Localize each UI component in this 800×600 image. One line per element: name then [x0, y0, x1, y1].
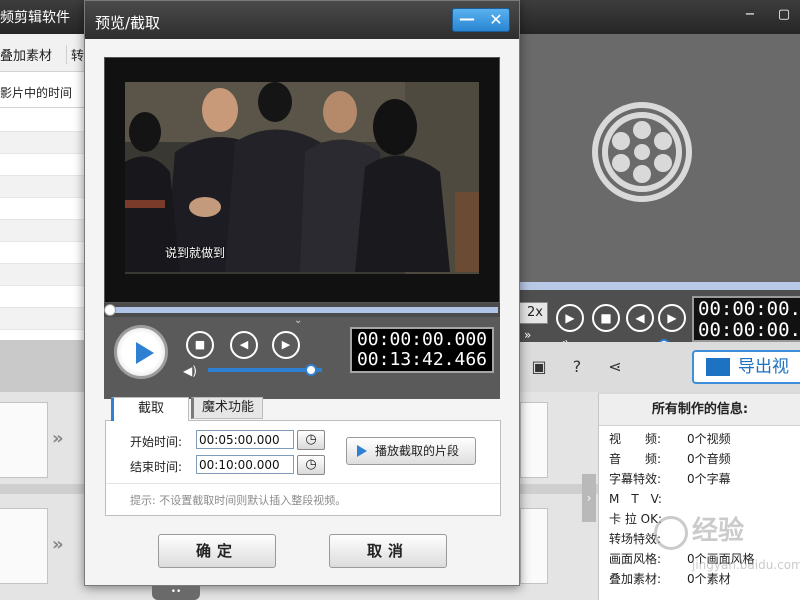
current-time: 00:00:00.000 [356, 329, 488, 350]
fast-forward-icon[interactable]: » [524, 328, 531, 342]
minimize-icon[interactable]: — [455, 11, 479, 29]
main-progress-bar[interactable] [518, 282, 800, 290]
arrow-right-icon: » [52, 534, 64, 555]
start-time-input[interactable] [196, 430, 294, 449]
play-icon [136, 342, 154, 364]
dialog-title-bar[interactable]: 预览/截取 — ✕ [85, 1, 519, 39]
play-icon [357, 445, 367, 457]
list-item[interactable] [0, 198, 84, 220]
play-icon[interactable]: ▶ [556, 304, 584, 332]
list-item[interactable] [0, 242, 84, 264]
info-row: 字幕特效: 0个字幕 [609, 472, 731, 486]
timeline-clip-slot[interactable] [0, 508, 48, 584]
main-player-controls: 2x » ▶ ■ ◀ ▶ ◀) 00:00:00.0 00:00:00.0 [518, 282, 800, 351]
preview-cut-dialog: 预览/截取 — ✕ 说到就做到 ⌄ ■ ◀ ▶ ◀) 00:00:00.000 … [84, 0, 520, 586]
collapse-panel-button[interactable]: › [582, 474, 596, 522]
play-button[interactable] [114, 325, 168, 379]
list-item[interactable] [0, 264, 84, 286]
watermark-logo-icon [654, 516, 688, 550]
left-column-header: 影片中的时间 [0, 74, 84, 108]
volume-slider[interactable] [208, 364, 322, 376]
list-item[interactable] [0, 286, 84, 308]
timeline-clip-slot[interactable] [520, 402, 548, 478]
ok-button[interactable]: 确定 [158, 534, 276, 568]
cut-tab-panel: 开始时间: ◷ 结束时间: ◷ 播放截取的片段 提示: 不设置截取时间则默认插入… [105, 420, 501, 516]
start-time-label: 开始时间: [130, 435, 183, 449]
next-frame-button[interactable]: ▶ [272, 331, 300, 359]
list-item[interactable] [0, 154, 84, 176]
expand-icon[interactable]: •• [152, 586, 200, 600]
export-label: 导出视 [738, 357, 789, 377]
column-time-in-movie: 影片中的时间 [0, 86, 73, 100]
stop-button[interactable]: ■ [186, 331, 214, 359]
clock-icon[interactable]: ◷ [297, 455, 325, 475]
list-item[interactable] [0, 220, 84, 242]
maximize-icon[interactable]: ▢ [776, 7, 792, 23]
tab-overlay-material[interactable]: 叠加素材 [0, 45, 52, 64]
watermark-text: 经验 [692, 516, 745, 546]
help-icon[interactable]: ? [568, 358, 586, 376]
left-tabs: 叠加素材 转 [0, 34, 84, 72]
close-icon[interactable]: ✕ [484, 11, 508, 29]
end-time-input[interactable] [196, 455, 294, 474]
video-frame: 说到就做到 [125, 82, 479, 274]
timeline-clip-slot[interactable] [520, 508, 548, 584]
list-item[interactable] [0, 176, 84, 198]
end-time-label: 结束时间: [130, 460, 183, 474]
video-preview[interactable]: 说到就做到 [104, 57, 500, 303]
tab-transition[interactable]: 转 [66, 45, 84, 64]
list-item[interactable] [0, 308, 84, 330]
list-item[interactable] [0, 110, 84, 132]
main-current-time: 00:00:00.0 [698, 298, 800, 320]
volume-icon[interactable]: ◀) [183, 364, 197, 378]
info-row: M T V: [609, 492, 662, 506]
total-time: 00:13:42.466 [356, 349, 488, 370]
previous-frame-button[interactable]: ◀ [230, 331, 258, 359]
main-toolbar: ▣ ? ⋖ 导出视 [518, 342, 800, 392]
export-video-button[interactable]: 导出视 [692, 350, 800, 384]
list-item[interactable] [0, 132, 84, 154]
divider [106, 483, 500, 484]
info-row: 视 频: 0个视频 [609, 432, 731, 446]
chevron-down-icon[interactable]: ⌄ [294, 315, 302, 326]
stop-icon[interactable]: ■ [592, 304, 620, 332]
info-row: 音 频: 0个音频 [609, 452, 731, 466]
volume-knob[interactable] [305, 364, 317, 376]
play-clip-label: 播放截取的片段 [375, 444, 460, 458]
speed-button[interactable]: 2x [518, 302, 548, 324]
save-icon[interactable]: ▣ [530, 358, 548, 376]
tab-magic-function[interactable]: 魔术功能 [191, 397, 263, 419]
previous-frame-icon[interactable]: ◀ [626, 304, 654, 332]
app-title: 频剪辑软件 [0, 10, 70, 26]
export-icon [706, 358, 730, 376]
info-panel-title: 所有制作的信息: [599, 394, 800, 426]
hint-text: 提示: 不设置截取时间则默认插入整段视频。 [130, 494, 347, 507]
minimize-icon[interactable]: − [742, 7, 758, 23]
progress-bar-fill [106, 307, 498, 313]
dialog-window-buttons: — ✕ [452, 8, 510, 32]
left-panel: 叠加素材 转 影片中的时间 [0, 34, 84, 340]
timecode-display: 00:00:00.000 00:13:42.466 [350, 327, 494, 373]
tab-cut[interactable]: 截取 [111, 397, 189, 421]
share-icon[interactable]: ⋖ [606, 358, 624, 376]
progress-knob[interactable] [104, 304, 116, 316]
timeline-clip-slot[interactable] [0, 402, 48, 478]
film-reel-icon [592, 102, 692, 202]
clock-icon[interactable]: ◷ [297, 430, 325, 450]
dialog-title: 预览/截取 [95, 14, 161, 32]
watermark: 经验 jingyan.baidu.com [650, 512, 800, 586]
video-subtitle: 说到就做到 [165, 246, 226, 260]
play-clip-button[interactable]: 播放截取的片段 [346, 437, 476, 465]
player-controls: ⌄ ■ ◀ ▶ ◀) 00:00:00.000 00:13:42.466 [104, 315, 500, 399]
cancel-button[interactable]: 取消 [329, 534, 447, 568]
main-total-time: 00:00:00.0 [698, 319, 800, 341]
next-frame-icon[interactable]: ▶ [658, 304, 686, 332]
arrow-right-icon: » [52, 428, 64, 449]
main-timecode: 00:00:00.0 00:00:00.0 [692, 296, 800, 342]
watermark-url: jingyan.baidu.com [692, 558, 800, 572]
